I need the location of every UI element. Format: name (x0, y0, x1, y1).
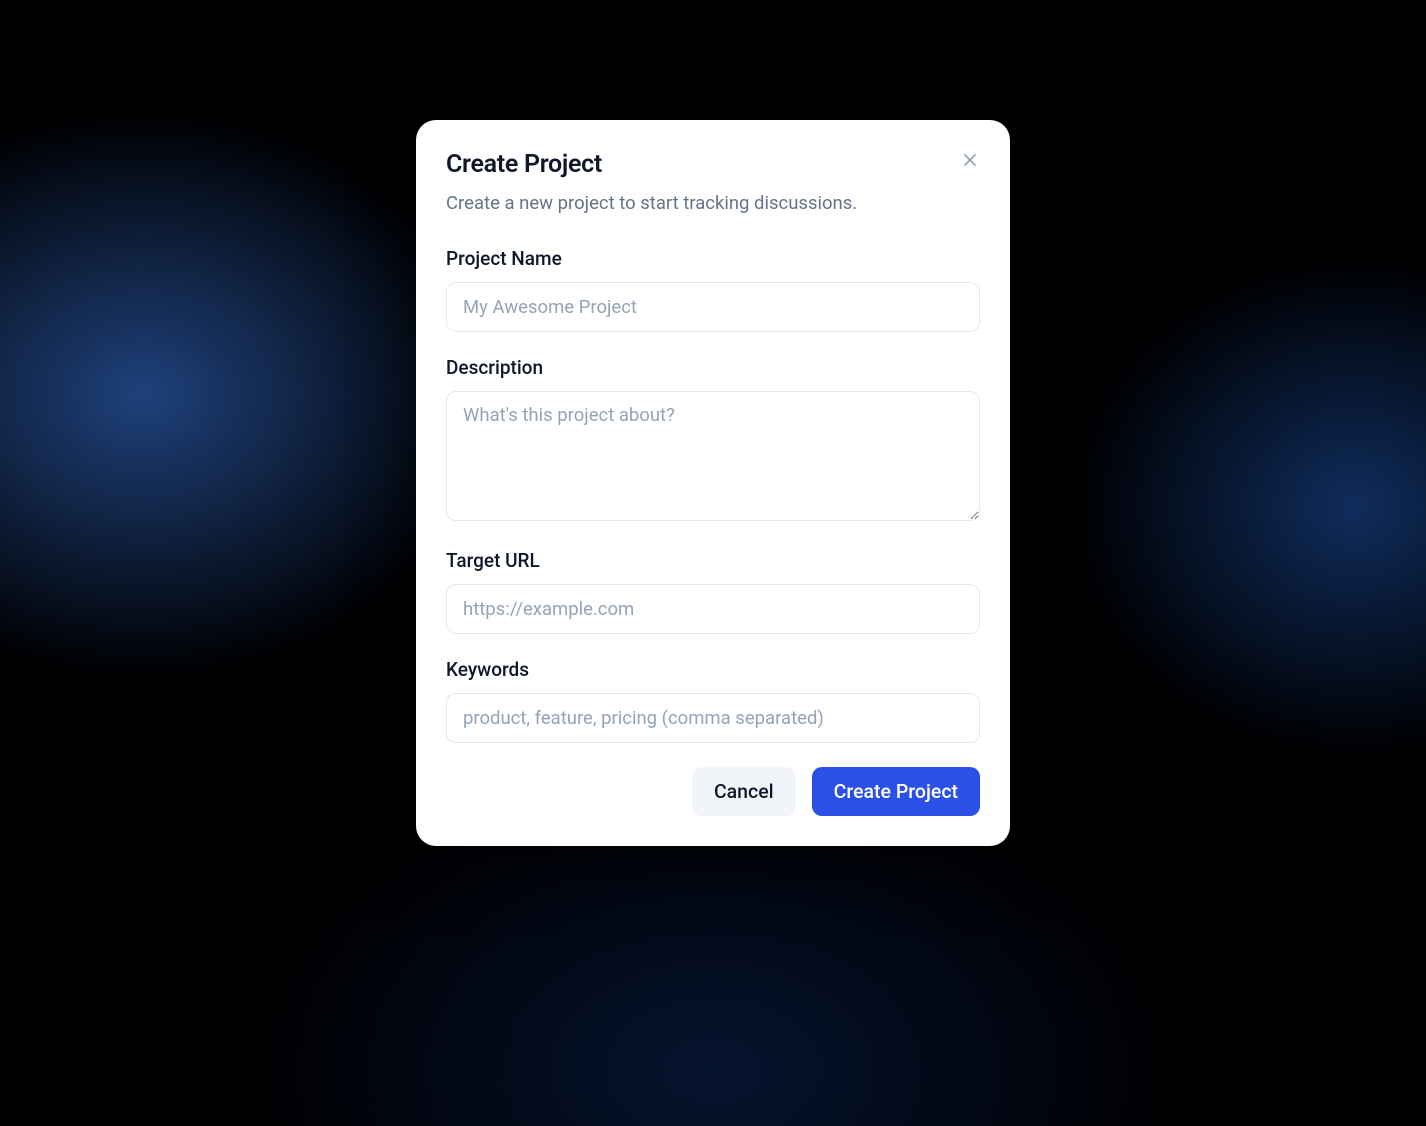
modal-header: Create Project Create a new project to s… (446, 150, 980, 217)
description-label: Description (446, 356, 980, 379)
modal-footer: Cancel Create Project (446, 767, 980, 816)
target-url-input[interactable] (446, 584, 980, 634)
target-url-label: Target URL (446, 549, 980, 572)
keywords-input[interactable] (446, 693, 980, 743)
close-button[interactable] (956, 146, 984, 174)
keywords-group: Keywords (446, 658, 980, 743)
description-input[interactable] (446, 391, 980, 521)
description-group: Description (446, 356, 980, 525)
project-name-label: Project Name (446, 247, 980, 270)
modal-title: Create Project (446, 150, 980, 179)
create-project-modal: Create Project Create a new project to s… (416, 120, 1010, 846)
modal-subtitle: Create a new project to start tracking d… (446, 191, 980, 217)
cancel-button[interactable]: Cancel (692, 767, 796, 816)
close-icon (960, 150, 980, 170)
target-url-group: Target URL (446, 549, 980, 634)
project-name-input[interactable] (446, 282, 980, 332)
project-name-group: Project Name (446, 247, 980, 332)
create-project-button[interactable]: Create Project (812, 767, 980, 816)
keywords-label: Keywords (446, 658, 980, 681)
